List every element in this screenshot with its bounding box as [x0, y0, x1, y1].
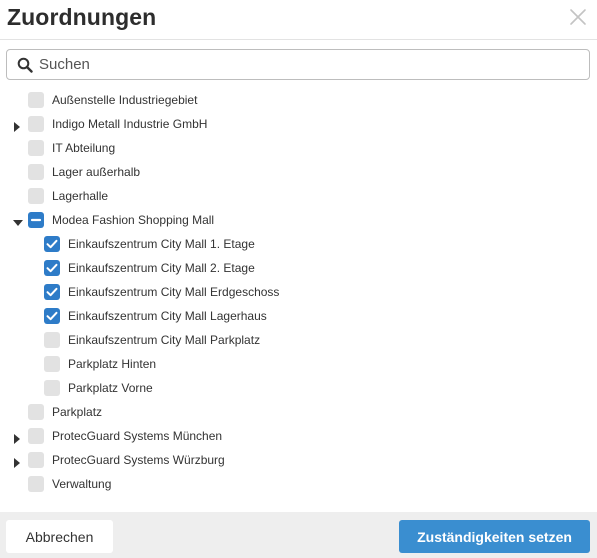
- search-box[interactable]: [6, 49, 590, 80]
- tree-item[interactable]: Einkaufszentrum City Mall Lagerhaus: [0, 304, 597, 328]
- tree-item-label: Lager außerhalb: [52, 165, 141, 179]
- assignments-dialog: Zuordnungen Außenstelle Industriegebiet I…: [0, 0, 597, 558]
- caret-right-icon[interactable]: [12, 455, 22, 468]
- tree-item-label: ProtecGuard Systems München: [52, 429, 223, 443]
- tree-item-label: Verwaltung: [52, 477, 112, 491]
- cancel-button[interactable]: Abbrechen: [6, 520, 113, 553]
- tree-item-label: Einkaufszentrum City Mall Lagerhaus: [68, 309, 267, 323]
- checkbox[interactable]: [28, 476, 44, 492]
- tree-item-label: Einkaufszentrum City Mall 1. Etage: [68, 237, 255, 251]
- tree-item-label: Einkaufszentrum City Mall Erdgeschoss: [68, 285, 280, 299]
- tree-item-label: Einkaufszentrum City Mall 2. Etage: [68, 261, 255, 275]
- checkbox[interactable]: [28, 116, 44, 132]
- tree-item-label: Parkplatz Vorne: [68, 381, 153, 395]
- caret-right-icon[interactable]: [12, 119, 22, 132]
- tree-item[interactable]: Lagerhalle: [0, 184, 597, 208]
- tree-item[interactable]: Einkaufszentrum City Mall Erdgeschoss: [0, 280, 597, 304]
- tree-item-label: Einkaufszentrum City Mall Parkplatz: [68, 333, 261, 347]
- tree-item[interactable]: Einkaufszentrum City Mall Parkplatz: [0, 328, 597, 352]
- tree-item[interactable]: Modea Fashion Shopping Mall: [0, 208, 597, 232]
- tree-item[interactable]: ProtecGuard Systems München: [0, 424, 597, 448]
- tree-item-label: Indigo Metall Industrie GmbH: [52, 117, 208, 131]
- tree-item[interactable]: Einkaufszentrum City Mall 1. Etage: [0, 232, 597, 256]
- tree-item[interactable]: ProtecGuard Systems Würzburg: [0, 448, 597, 472]
- tree-item[interactable]: Lager außerhalb: [0, 160, 597, 184]
- checkbox[interactable]: [28, 428, 44, 444]
- checkbox-checked[interactable]: [44, 260, 60, 276]
- search-input[interactable]: [39, 51, 579, 78]
- checkbox[interactable]: [44, 332, 60, 348]
- tree-item[interactable]: Indigo Metall Industrie GmbH: [0, 112, 597, 136]
- checkbox[interactable]: [44, 356, 60, 372]
- tree-item[interactable]: Parkplatz: [0, 400, 597, 424]
- dialog-title: Zuordnungen: [7, 4, 157, 30]
- dialog-header: Zuordnungen: [0, 0, 597, 40]
- tree-item[interactable]: Verwaltung: [0, 472, 597, 496]
- tree-item[interactable]: IT Abteilung: [0, 136, 597, 160]
- tree-item-label: Modea Fashion Shopping Mall: [52, 213, 215, 227]
- checkbox-checked[interactable]: [44, 308, 60, 324]
- dialog-footer: Abbrechen Zuständigkeiten setzen: [0, 512, 597, 558]
- tree-item-label: Außenstelle Industriegebiet: [52, 93, 198, 107]
- checkbox[interactable]: [28, 164, 44, 180]
- checkbox[interactable]: [28, 452, 44, 468]
- checkbox[interactable]: [28, 92, 44, 108]
- tree-item-label: IT Abteilung: [52, 141, 116, 155]
- tree-item[interactable]: Parkplatz Vorne: [0, 376, 597, 400]
- search-icon: [17, 57, 33, 73]
- checkbox[interactable]: [28, 188, 44, 204]
- checkbox-checked[interactable]: [44, 284, 60, 300]
- checkbox-partial[interactable]: [28, 212, 44, 228]
- checkbox[interactable]: [44, 380, 60, 396]
- tree-item-label: ProtecGuard Systems Würzburg: [52, 453, 225, 467]
- tree-item[interactable]: Parkplatz Hinten: [0, 352, 597, 376]
- set-responsibilities-button[interactable]: Zuständigkeiten setzen: [399, 520, 590, 553]
- tree-item-label: Parkplatz Hinten: [68, 357, 157, 371]
- close-icon[interactable]: [569, 8, 587, 26]
- tree-item-label: Parkplatz: [52, 405, 103, 419]
- checkbox[interactable]: [28, 404, 44, 420]
- caret-right-icon[interactable]: [12, 431, 22, 444]
- checkbox[interactable]: [28, 140, 44, 156]
- caret-down-icon[interactable]: [13, 215, 23, 226]
- tree-item[interactable]: Einkaufszentrum City Mall 2. Etage: [0, 256, 597, 280]
- checkbox-checked[interactable]: [44, 236, 60, 252]
- tree-item-label: Lagerhalle: [52, 189, 109, 203]
- tree-item[interactable]: Außenstelle Industriegebiet: [0, 88, 597, 112]
